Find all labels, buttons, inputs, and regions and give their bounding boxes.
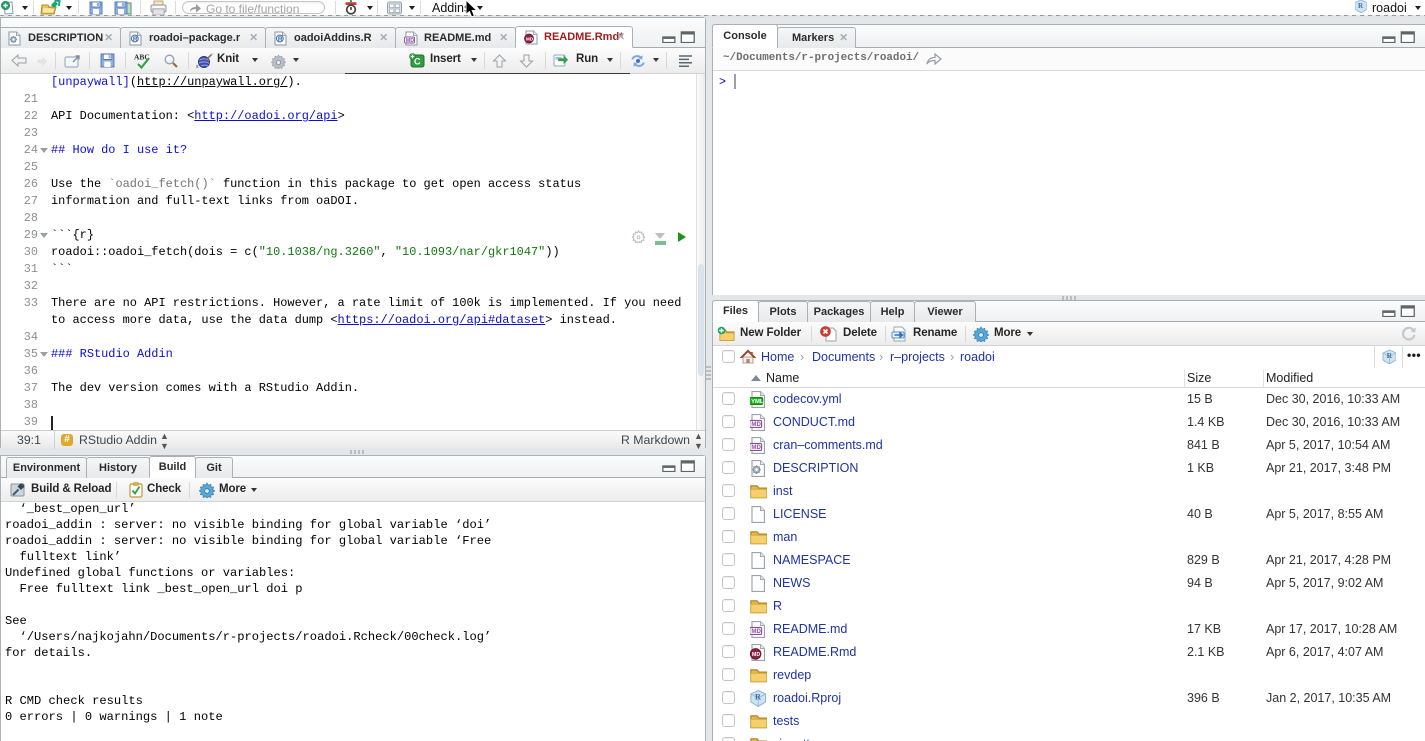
svg-text:MD: MD (406, 38, 414, 44)
svg-text:R: R (278, 36, 283, 43)
svg-text:MD: MD (526, 37, 534, 42)
svg-text:R: R (133, 36, 138, 43)
svg-text:s: s (196, 64, 199, 69)
